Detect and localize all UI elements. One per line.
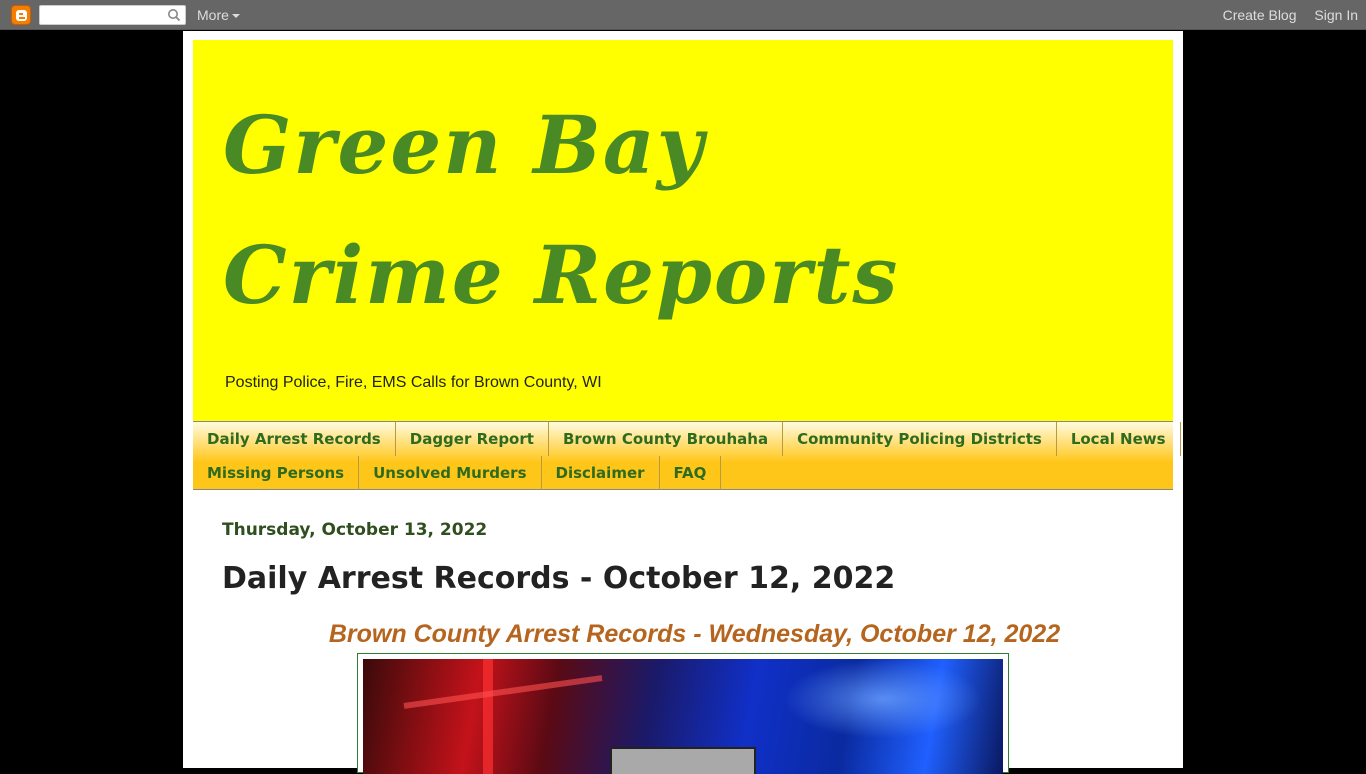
blog-search-box[interactable] <box>39 5 186 25</box>
tab-unsolved-murders[interactable]: Unsolved Murders <box>359 456 542 490</box>
create-blog-link[interactable]: Create Blog <box>1223 7 1297 23</box>
sign-in-link[interactable]: Sign In <box>1314 7 1358 23</box>
post-subtitle: Brown County Arrest Records - Wednesday,… <box>328 620 1061 648</box>
tab-disclaimer[interactable]: Disclaimer <box>542 456 660 490</box>
page-content: Green Bay Crime Reports Posting Police, … <box>183 31 1183 774</box>
navbar-actions: Create Blog Sign In <box>1209 7 1358 23</box>
tab-dagger-report[interactable]: Dagger Report <box>396 422 549 456</box>
police-lights-image <box>363 659 1003 774</box>
more-menu[interactable]: More <box>197 7 240 23</box>
post-title[interactable]: Daily Arrest Records - October 12, 2022 <box>222 561 895 596</box>
blogger-navbar: More Create Blog Sign In <box>0 0 1366 30</box>
chevron-down-icon <box>231 14 240 19</box>
blogger-logo-icon[interactable] <box>11 5 31 25</box>
tab-daily-arrest-records[interactable]: Daily Arrest Records <box>193 422 396 456</box>
tab-community-policing-districts[interactable]: Community Policing Districts <box>783 422 1057 456</box>
post-date-header: Thursday, October 13, 2022 <box>222 520 488 540</box>
more-label: More <box>197 7 229 23</box>
search-icon[interactable] <box>167 8 181 22</box>
page-tabs: Daily Arrest Records Dagger Report Brown… <box>193 421 1181 490</box>
blog-description: Posting Police, Fire, EMS Calls for Brow… <box>225 374 602 391</box>
blog-search-input[interactable] <box>40 6 164 24</box>
post-image[interactable] <box>357 653 1009 774</box>
tab-faq[interactable]: FAQ <box>660 456 722 490</box>
blog-header: Green Bay Crime Reports Posting Police, … <box>193 40 1173 422</box>
tabs-row-2: Missing Persons Unsolved Murders Disclai… <box>193 456 722 490</box>
image-caption-box <box>610 747 756 774</box>
blog-title[interactable]: Green Bay Crime Reports <box>223 80 923 340</box>
tab-brown-county-brouhaha[interactable]: Brown County Brouhaha <box>549 422 784 456</box>
tab-missing-persons[interactable]: Missing Persons <box>193 456 360 490</box>
tab-local-news[interactable]: Local News <box>1057 422 1181 456</box>
tabs-row-1: Daily Arrest Records Dagger Report Brown… <box>193 422 1181 456</box>
